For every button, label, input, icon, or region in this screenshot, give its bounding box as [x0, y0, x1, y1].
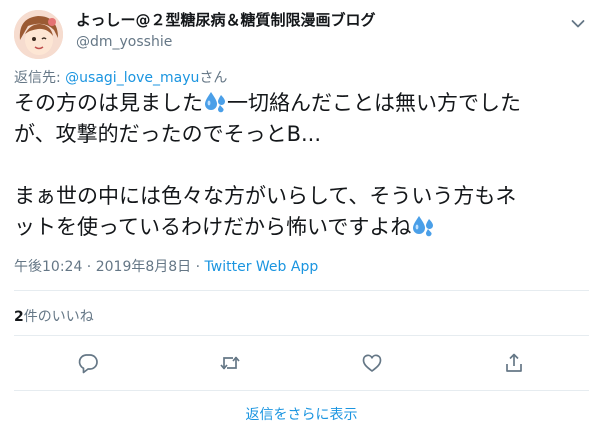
reply-mention-link[interactable]: @usagi_love_mayu — [65, 70, 199, 86]
tweet-text-segment: 一切絡んだことは無い方でした — [227, 91, 521, 115]
reply-prefix: 返信先: — [14, 70, 66, 86]
chevron-down-icon[interactable] — [571, 14, 585, 28]
display-name[interactable]: よっしー@２型糖尿病＆糖質制限漫画ブログ — [76, 10, 376, 30]
tweet-line-2: が、攻撃的だったのでそっとB... — [14, 122, 322, 146]
meta-separator: · — [82, 259, 96, 275]
tweet-card: よっしー@２型糖尿病＆糖質制限漫画ブログ @dm_yosshie 返信先: @u… — [0, 0, 603, 436]
avatar-image — [14, 10, 63, 59]
user-handle[interactable]: @dm_yosshie — [76, 32, 376, 52]
sweat-droplets-icon — [203, 91, 227, 113]
divider — [14, 290, 589, 291]
show-more-replies-link[interactable]: 返信をさらに表示 — [0, 404, 603, 424]
heart-icon[interactable] — [361, 352, 383, 374]
tweet-text: その方のは見ました 一切絡んだことは無い方でした が、攻撃的だったのでそっとB..… — [14, 88, 589, 243]
sweat-droplets-icon — [411, 215, 435, 237]
tweet-time[interactable]: 午後10:24 — [14, 259, 82, 275]
tweet-line-3: まぁ世の中には色々な方がいらして、そういう方もネ — [14, 184, 517, 208]
tweet-date[interactable]: 2019年8月8日 — [96, 259, 191, 275]
divider — [14, 335, 589, 336]
reply-icon[interactable] — [77, 352, 99, 374]
likes-label: 件のいいね — [23, 309, 94, 325]
action-bar — [0, 352, 603, 374]
avatar[interactable] — [14, 10, 63, 59]
tweet-text-segment: その方のは見ました — [14, 91, 203, 115]
tweet-line-1: その方のは見ました 一切絡んだことは無い方でした — [14, 88, 589, 119]
share-icon[interactable] — [503, 352, 525, 374]
tweet-line-4: ットを使っているわけだから怖いですよね — [14, 212, 589, 243]
divider — [14, 390, 589, 391]
tweet-meta: 午後10:24 · 2019年8月8日 · Twitter Web App — [14, 256, 318, 276]
reply-context: 返信先: @usagi_love_mayuさん — [14, 67, 227, 87]
retweet-icon[interactable] — [219, 352, 241, 374]
author-block: よっしー@２型糖尿病＆糖質制限漫画ブログ @dm_yosshie — [76, 10, 376, 52]
tweet-source-link[interactable]: Twitter Web App — [205, 259, 319, 275]
reply-suffix: さん — [199, 70, 228, 86]
meta-separator: · — [191, 259, 205, 275]
tweet-text-segment: ットを使っているわけだから怖いですよね — [14, 215, 412, 239]
likes-summary[interactable]: 2件のいいね — [14, 306, 94, 326]
likes-count: 2 — [14, 309, 24, 325]
